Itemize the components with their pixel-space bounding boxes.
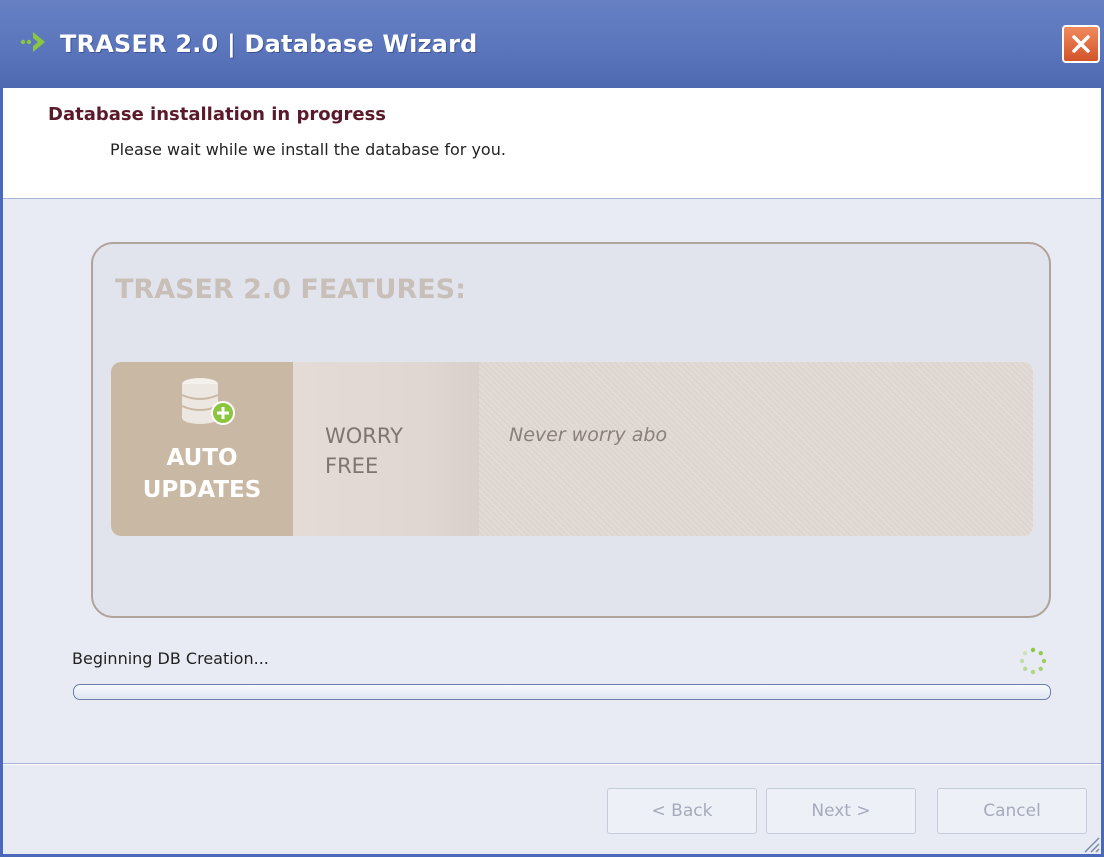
- status-text: Beginning DB Creation...: [72, 649, 269, 668]
- wizard-header: Database installation in progress Please…: [3, 88, 1101, 199]
- features-heading: TRASER 2.0 FEATURES:: [115, 274, 466, 305]
- footer-divider: [3, 763, 1101, 765]
- feature-description: Never worry abo: [509, 424, 668, 446]
- arrow-right-icon: [20, 32, 45, 52]
- close-icon: [1072, 35, 1090, 53]
- wizard-window: TRASER 2.0 | Database Wizard Database in…: [0, 0, 1104, 857]
- feature-slide: AUTO UPDATES WORRY FREE Never worry abo: [111, 362, 1033, 536]
- features-panel: TRASER 2.0 FEATURES: AUTO UPDATES WORRY …: [91, 242, 1051, 618]
- page-title: Database installation in progress: [48, 104, 386, 125]
- window-title: TRASER 2.0 | Database Wizard: [60, 30, 478, 58]
- page-subtitle: Please wait while we install the databas…: [110, 140, 506, 159]
- database-add-icon: [181, 378, 235, 425]
- tile-label-line1: AUTO: [166, 445, 238, 471]
- back-button[interactable]: < Back: [607, 788, 757, 834]
- cancel-button[interactable]: Cancel: [937, 788, 1087, 834]
- feature-name-line2: FREE: [325, 454, 379, 478]
- progress-bar: [73, 684, 1051, 700]
- resize-grip-icon[interactable]: [1077, 830, 1101, 854]
- feature-name-box: WORRY FREE: [293, 362, 479, 536]
- close-button[interactable]: [1062, 25, 1100, 63]
- feature-tile: AUTO UPDATES: [111, 362, 293, 536]
- feature-name-line1: WORRY: [325, 424, 403, 448]
- tile-label-line2: UPDATES: [142, 477, 262, 503]
- next-button[interactable]: Next >: [766, 788, 916, 834]
- loading-spinner-icon: [1019, 647, 1047, 675]
- title-bar[interactable]: TRASER 2.0 | Database Wizard: [0, 0, 1104, 88]
